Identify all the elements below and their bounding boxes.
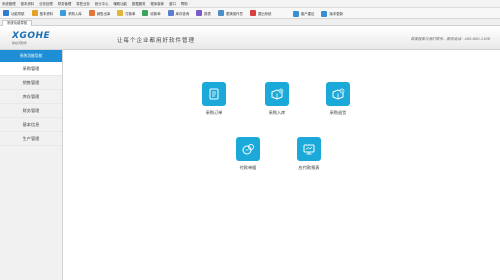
toolbar-button-update[interactable]: 版本更新 bbox=[321, 10, 343, 17]
toolbar-button-payment[interactable]: 付款单 bbox=[117, 10, 135, 16]
purchase-order-label: 采购订单 bbox=[205, 110, 223, 115]
menu-finance[interactable]: 财务管理 bbox=[58, 1, 72, 6]
purchase-order-tile[interactable]: 采购订单 bbox=[194, 82, 234, 116]
payment-voucher-icon bbox=[236, 137, 260, 161]
toolbar-button-nav[interactable]: 功能导航 bbox=[3, 10, 25, 16]
toolbar-button-basic-data[interactable]: 基本资料 bbox=[31, 10, 53, 16]
toolbar-button-sales-outbound[interactable]: 销售出库 bbox=[88, 10, 110, 16]
payment-voucher-tile[interactable]: 付款单据 bbox=[228, 137, 268, 171]
purchase-order-icon bbox=[202, 82, 226, 106]
payment-voucher-label: 付款单据 bbox=[239, 165, 257, 170]
payables-report-icon bbox=[297, 137, 321, 161]
tab-strip: 系统功能导航 bbox=[0, 19, 500, 26]
stock-icon bbox=[167, 10, 174, 16]
purchase-inbound-tile[interactable]: 采购入库 bbox=[257, 82, 297, 116]
toolbar: 功能导航 基本资料 采购入库 销售出库 付款单 收款单 库存查询 报表 更换操作… bbox=[0, 8, 500, 19]
logo-subtitle: 新谷河软件 bbox=[12, 41, 28, 45]
sidebar-item-basic-info[interactable]: 基本信息 bbox=[0, 118, 62, 132]
toolbar-button-switch-user[interactable]: 更换操作员 bbox=[217, 10, 243, 16]
update-icon bbox=[321, 10, 328, 17]
sidebar-item-production[interactable]: 生产管理 bbox=[0, 132, 62, 146]
payment-icon bbox=[117, 10, 124, 16]
app-header: XGOHE 新谷河软件 让每个企业都用好软件管理 百度搜索与我们联系，服务电话：… bbox=[0, 26, 500, 50]
purchase-return-label: 采购退货 bbox=[329, 110, 347, 115]
folder-icon bbox=[31, 10, 38, 16]
report-icon bbox=[196, 10, 203, 16]
outbound-icon bbox=[88, 10, 95, 16]
purchase-inbound-icon bbox=[265, 82, 289, 106]
menu-forms[interactable]: 程序窗体 bbox=[151, 1, 165, 6]
toolbar-button-suggestion[interactable]: 客户建议 bbox=[292, 10, 314, 17]
main-panel: 采购订单 采购入库 采购退货 付款单据 应付款报表 bbox=[64, 50, 500, 280]
menu-window[interactable]: 窗口 bbox=[169, 1, 176, 6]
toolbar-right-group: 客户建议 版本更新 bbox=[292, 8, 350, 19]
sidebar-header: 系统功能导航 bbox=[0, 50, 62, 62]
toolbar-button-receipt[interactable]: 收款单 bbox=[142, 10, 161, 16]
user-switch-icon bbox=[217, 10, 224, 16]
purchase-return-tile[interactable]: 采购退货 bbox=[318, 82, 358, 116]
suggestion-icon bbox=[292, 10, 299, 17]
menu-system[interactable]: 系统管理 bbox=[2, 1, 16, 6]
toolbar-button-purchase-inbound[interactable]: 采购入库 bbox=[60, 10, 82, 16]
menu-basic-data[interactable]: 基本资料 bbox=[21, 1, 35, 6]
menu-bar: 系统管理 基本资料 业务处理 财务管理 零售业务 统计中心 辅助功能 数据服务 … bbox=[0, 0, 500, 8]
sidebar-item-sales[interactable]: 销售管理 bbox=[0, 76, 62, 90]
menu-retail[interactable]: 零售业务 bbox=[76, 1, 90, 6]
exit-icon bbox=[249, 10, 256, 16]
menu-statistics[interactable]: 统计中心 bbox=[95, 1, 109, 6]
sidebar: 系统功能导航 采购管理 销售管理 库存管理 财务管理 基本信息 生产管理 bbox=[0, 50, 63, 280]
hotline: 百度搜索与我们联系，服务电话：400-600-1168 bbox=[410, 37, 490, 41]
receipt-icon bbox=[142, 10, 149, 16]
sidebar-item-inventory[interactable]: 库存管理 bbox=[0, 90, 62, 104]
inbound-icon bbox=[60, 10, 67, 16]
slogan: 让每个企业都用好软件管理 bbox=[117, 38, 196, 44]
purchase-return-icon bbox=[326, 82, 350, 106]
toolbar-button-exit[interactable]: 退出系统 bbox=[249, 10, 271, 16]
sidebar-item-purchase[interactable]: 采购管理 bbox=[0, 62, 62, 76]
payables-report-label: 应付款报表 bbox=[298, 165, 320, 170]
logo-name: XGOHE bbox=[12, 31, 51, 41]
payables-report-tile[interactable]: 应付款报表 bbox=[289, 137, 329, 171]
toolbar-button-report[interactable]: 报表 bbox=[196, 10, 211, 16]
purchase-inbound-label: 采购入库 bbox=[268, 110, 286, 115]
menu-business[interactable]: 业务处理 bbox=[39, 1, 53, 6]
toolbar-button-stock[interactable]: 库存查询 bbox=[167, 10, 189, 16]
menu-data-service[interactable]: 数据服务 bbox=[132, 1, 146, 6]
menu-tools[interactable]: 辅助功能 bbox=[113, 1, 127, 6]
home-icon bbox=[3, 10, 9, 16]
menu-help[interactable]: 帮助 bbox=[181, 1, 188, 6]
sidebar-item-finance[interactable]: 财务管理 bbox=[0, 104, 62, 118]
logo: XGOHE 新谷河软件 bbox=[12, 31, 50, 45]
